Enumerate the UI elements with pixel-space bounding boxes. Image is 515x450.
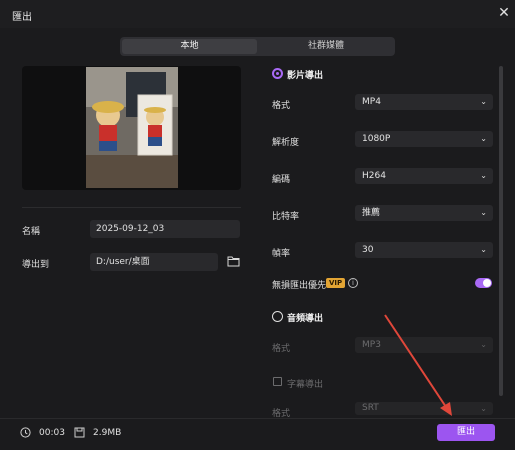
- tab-social-media[interactable]: 社群媒體: [259, 39, 393, 54]
- resolution-label: 解析度: [272, 138, 300, 148]
- chevron-down-icon: ⌄: [480, 208, 487, 217]
- codec-select[interactable]: H264 ⌄: [355, 168, 493, 184]
- divider: [22, 207, 241, 208]
- chevron-down-icon: ⌄: [480, 340, 487, 349]
- export-button[interactable]: 匯出: [437, 424, 495, 441]
- tab-local[interactable]: 本地: [122, 39, 257, 54]
- video-export-radio[interactable]: [272, 68, 283, 79]
- clock-icon: [20, 427, 31, 438]
- video-export-label: 影片導出: [287, 71, 324, 81]
- folder-icon[interactable]: [227, 255, 240, 267]
- audio-format-label: 格式: [272, 344, 291, 354]
- scrollbar[interactable]: [499, 66, 503, 396]
- bitrate-value: 推薦: [362, 208, 381, 218]
- info-icon[interactable]: i: [348, 278, 358, 288]
- name-input[interactable]: 2025-09-12_03: [90, 220, 240, 238]
- bitrate-label: 比特率: [272, 212, 300, 222]
- lossless-label: 無損匯出優先: [272, 281, 327, 291]
- framerate-label: 幀率: [272, 249, 291, 259]
- bitrate-select[interactable]: 推薦 ⌄: [355, 205, 493, 221]
- audio-export-label: 音頻導出: [287, 314, 324, 324]
- chevron-down-icon: ⌄: [480, 97, 487, 106]
- chevron-down-icon: ⌄: [480, 171, 487, 180]
- chevron-down-icon: ⌄: [480, 245, 487, 254]
- audio-format-select[interactable]: MP3 ⌄: [355, 337, 493, 353]
- format-select[interactable]: MP4 ⌄: [355, 94, 493, 110]
- subtitle-format-value: SRT: [362, 403, 379, 413]
- subtitle-checkbox[interactable]: [273, 377, 282, 386]
- export-tabs: 本地 社群媒體: [120, 37, 395, 56]
- audio-export-radio[interactable]: [272, 311, 283, 322]
- audio-format-value: MP3: [362, 340, 381, 350]
- file-size-text: 2.9MB: [93, 428, 122, 438]
- duration-text: 00:03: [39, 428, 65, 438]
- resolution-value: 1080P: [362, 134, 391, 144]
- preview-thumbnail: [86, 67, 178, 188]
- vip-badge: VIP: [326, 278, 346, 288]
- resolution-select[interactable]: 1080P ⌄: [355, 131, 493, 147]
- name-label: 名稱: [22, 227, 41, 237]
- title-bar: [0, 0, 515, 28]
- close-icon[interactable]: ✕: [497, 6, 511, 20]
- save-icon: [74, 427, 85, 438]
- chevron-down-icon: ⌄: [480, 404, 487, 413]
- lossless-toggle[interactable]: [475, 278, 492, 288]
- chevron-down-icon: ⌄: [480, 134, 487, 143]
- export-path-input[interactable]: D:/user/桌面: [90, 253, 218, 271]
- framerate-value: 30: [362, 245, 374, 255]
- codec-label: 編碼: [272, 175, 291, 185]
- format-label: 格式: [272, 101, 291, 111]
- export-to-label: 導出到: [22, 260, 50, 270]
- codec-value: H264: [362, 171, 386, 181]
- subtitle-export-label: 字幕導出: [287, 380, 324, 390]
- subtitle-format-select[interactable]: SRT ⌄: [355, 402, 493, 415]
- framerate-select[interactable]: 30 ⌄: [355, 242, 493, 258]
- window-title: 匯出: [12, 12, 32, 23]
- video-preview: [22, 66, 241, 190]
- format-value: MP4: [362, 97, 381, 107]
